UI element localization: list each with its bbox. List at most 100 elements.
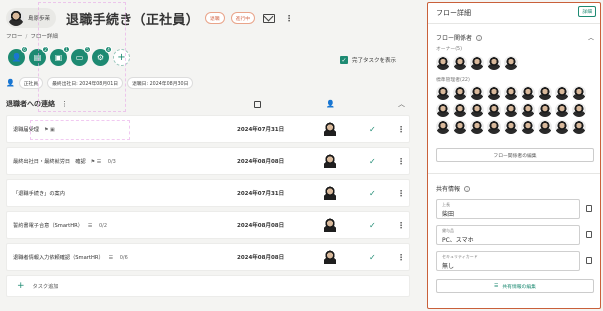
field-label: 貸与品: [442, 228, 454, 233]
avatar[interactable]: [436, 120, 450, 134]
field-label: 上長: [442, 202, 450, 207]
field-value: 無し: [442, 263, 455, 270]
avatar[interactable]: [504, 120, 518, 134]
avatar[interactable]: [487, 103, 501, 117]
table-row[interactable]: 「退職手続き」の案内 2024年07月31日 ✓ ⋮: [6, 179, 410, 207]
avatar[interactable]: [470, 86, 484, 100]
assignee-avatar: [324, 122, 336, 136]
avatar[interactable]: [453, 103, 467, 117]
edit-shared-info-button[interactable]: ☰ 共有情報の編集: [436, 279, 594, 293]
show-completed-toggle[interactable]: ✓ 完了タスクを表示: [340, 56, 396, 64]
task-due-date: 2024年07月31日: [237, 127, 285, 133]
copy-icon[interactable]: [586, 257, 592, 264]
task-name: 「退職手続き」の案内: [13, 190, 65, 197]
more-vert-icon[interactable]: ⋮: [397, 221, 405, 230]
more-vert-icon[interactable]: ⋮: [397, 253, 405, 262]
avatar[interactable]: [538, 86, 552, 100]
subtask-icon: ⚑ ☰: [90, 158, 103, 165]
flow-detail-panel: フロー詳細 詳細 フロー関係者 i ︿ オーナー(5) 標準管理者(22) フロー…: [427, 2, 601, 309]
chevron-up-icon[interactable]: ︿: [398, 99, 405, 109]
check-icon[interactable]: ✓: [369, 189, 376, 198]
more-vert-icon[interactable]: ⋮: [397, 189, 405, 198]
avatar[interactable]: [572, 120, 586, 134]
avatar[interactable]: [487, 120, 501, 134]
person-icon: 👤: [11, 53, 22, 62]
avatar[interactable]: [521, 120, 535, 134]
avatar[interactable]: [453, 120, 467, 134]
avatar[interactable]: [470, 56, 484, 70]
edit-shared-label: 共有情報の編集: [502, 284, 536, 290]
subtask-icon: ☰: [87, 222, 94, 229]
plus-icon: +: [17, 281, 25, 291]
detail-button[interactable]: 詳細: [578, 6, 596, 17]
shared-title-text: 共有情報: [436, 186, 461, 193]
field-value: PC、スマホ: [442, 237, 474, 244]
avatar[interactable]: [572, 86, 586, 100]
shared-field-security-card[interactable]: セキュリティカード 無し: [436, 251, 580, 271]
more-vert-icon[interactable]: ⋮: [285, 14, 293, 23]
avatar[interactable]: [555, 86, 569, 100]
edit-people-button[interactable]: フロー関係者の編集: [436, 148, 594, 162]
avatar[interactable]: [538, 103, 552, 117]
avatar[interactable]: [555, 120, 569, 134]
avatar[interactable]: [487, 86, 501, 100]
table-row[interactable]: 最終出社日・最終就労日 確認 ⚑ ☰ 0/3 2024年08月08日 ✓ ⋮: [6, 147, 410, 175]
field-value: 柴田: [442, 211, 455, 218]
shared-section-title: 共有情報 i: [436, 184, 471, 193]
chevron-up-icon[interactable]: ︿: [588, 33, 594, 42]
avatar[interactable]: [504, 103, 518, 117]
copy-icon[interactable]: [586, 231, 592, 238]
shared-field-equipment[interactable]: 貸与品 PC、スマホ: [436, 225, 580, 245]
more-vert-icon[interactable]: ⋮: [397, 125, 405, 134]
avatar[interactable]: [436, 86, 450, 100]
count-badge: 6: [21, 46, 28, 53]
mail-icon[interactable]: [263, 13, 276, 23]
status-badge-retire: 退職: [205, 12, 225, 24]
avatar[interactable]: [521, 86, 535, 100]
table-row[interactable]: 誓約書電子合意（SmartHR） ☰ 0/2 2024年08月08日 ✓ ⋮: [6, 211, 410, 239]
info-icon[interactable]: i: [464, 185, 471, 192]
avatar[interactable]: [470, 103, 484, 117]
avatar[interactable]: [504, 56, 518, 70]
avatar[interactable]: [555, 103, 569, 117]
copy-icon[interactable]: [586, 205, 592, 212]
check-icon[interactable]: ✓: [369, 221, 376, 230]
task-due-date: 2024年08月08日: [237, 223, 285, 229]
person-icon: 👤: [326, 100, 335, 108]
avatar[interactable]: [487, 56, 501, 70]
add-task-label: タスク追加: [32, 283, 59, 290]
task-name: 誓約書電子合意（SmartHR） ☰ 0/2: [13, 222, 107, 229]
check-icon[interactable]: ✓: [369, 157, 376, 166]
task-due-date: 2024年08月08日: [237, 255, 285, 261]
status-badge-progress[interactable]: 進行中: [230, 12, 256, 24]
members-label: 標準管理者(22): [436, 78, 470, 83]
avatar[interactable]: [436, 103, 450, 117]
avatar[interactable]: [521, 103, 535, 117]
flow-main-pane: 島原歩茉 退職手続き（正社員） 退職 進行中 ⋮ フロー / フロー詳細 👤 6 ▤ 2…: [0, 0, 420, 311]
checkbox-checked-icon[interactable]: ✓: [340, 56, 348, 64]
avatar[interactable]: [436, 56, 450, 70]
check-icon[interactable]: ✓: [369, 125, 376, 134]
breadcrumb-separator: /: [25, 34, 28, 40]
avatar[interactable]: [538, 120, 552, 134]
member-avatars: [436, 86, 596, 134]
assignee-group-person[interactable]: 👤 6: [8, 46, 28, 66]
avatar[interactable]: [453, 86, 467, 100]
assignee-avatar: [324, 250, 336, 264]
show-completed-label: 完了タスクを表示: [352, 58, 397, 64]
avatar[interactable]: [572, 103, 586, 117]
add-task-button[interactable]: + タスク追加: [6, 275, 410, 297]
info-icon[interactable]: i: [476, 34, 483, 41]
divider: [428, 173, 600, 174]
table-row[interactable]: 退職者情報入力依頼確認（SmartHR） ☰ 0/6 2024年08月08日 ✓ …: [6, 243, 410, 271]
avatar[interactable]: [453, 56, 467, 70]
avatar[interactable]: [504, 86, 518, 100]
subtask-count: 0/2: [98, 222, 108, 229]
more-vert-icon[interactable]: ⋮: [397, 157, 405, 166]
retirement-date-chip: 退職日: 2024年08月30日: [127, 77, 194, 89]
shared-field-manager[interactable]: 上長 柴田: [436, 199, 580, 219]
owner-avatars: [436, 56, 536, 70]
breadcrumb-flow[interactable]: フロー: [6, 34, 23, 40]
check-icon[interactable]: ✓: [369, 253, 376, 262]
avatar[interactable]: [470, 120, 484, 134]
